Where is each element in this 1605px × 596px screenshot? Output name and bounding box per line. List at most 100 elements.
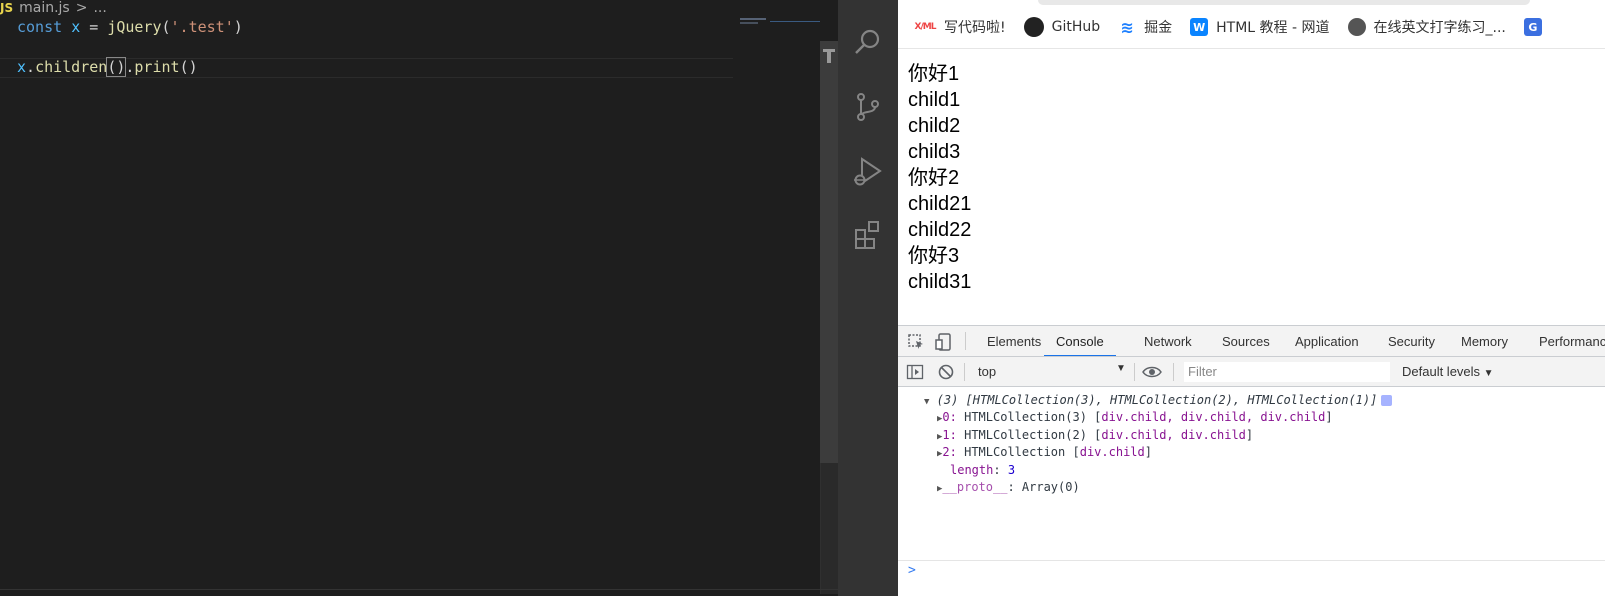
length-property: length: 3 bbox=[950, 463, 1016, 477]
console-row[interactable]: ▶2: HTMLCollection [div.child] bbox=[937, 444, 1152, 463]
devtools-tabbar: Elements Console Network Sources Applica… bbox=[898, 326, 1605, 357]
paren: () bbox=[179, 58, 198, 76]
extensions-icon[interactable] bbox=[852, 218, 884, 250]
row-index: 1 bbox=[942, 428, 950, 442]
row-items: div.child, div.child, div.child bbox=[1101, 410, 1326, 424]
code-line-1[interactable]: const x = jQuery('.test') bbox=[17, 17, 243, 37]
editor-scrollbar-thumb[interactable] bbox=[820, 41, 838, 463]
github-icon bbox=[1023, 17, 1044, 37]
js-file-icon: JS bbox=[0, 1, 14, 15]
bracket: ] bbox=[1325, 410, 1333, 424]
page-line: child31 bbox=[908, 271, 972, 293]
page-line: 你好2 bbox=[908, 167, 960, 189]
log-levels-dropdown[interactable]: Default levels ▼ bbox=[1402, 364, 1494, 379]
bookmark-label: GitHub bbox=[1051, 19, 1101, 35]
device-toolbar-icon[interactable] bbox=[935, 333, 953, 351]
page-content: 你好1 child1 child2 child3 你好2 child21 chi… bbox=[908, 61, 971, 295]
row-index: 0 bbox=[942, 410, 950, 424]
breadcrumb[interactable]: JS main.js > ... bbox=[0, 0, 107, 16]
clear-console-icon[interactable] bbox=[937, 363, 955, 381]
page-line: child2 bbox=[908, 115, 961, 137]
page-line: 你好3 bbox=[908, 245, 960, 267]
row-items: div.child, div.child bbox=[1101, 428, 1246, 442]
tab-memory[interactable]: Memory bbox=[1461, 326, 1508, 356]
sidebar-toggle-icon[interactable] bbox=[906, 363, 924, 381]
eye-icon[interactable] bbox=[1142, 363, 1162, 381]
page-line: 你好1 bbox=[908, 63, 960, 85]
tab-elements[interactable]: Elements bbox=[987, 326, 1041, 356]
info-icon bbox=[1381, 395, 1393, 406]
bracket: ] bbox=[1245, 428, 1254, 442]
paren: ) bbox=[233, 18, 243, 36]
minimap[interactable] bbox=[740, 18, 820, 24]
bookmark-label: 在线英文打字练习_... bbox=[1373, 20, 1506, 36]
divider bbox=[1173, 363, 1174, 381]
bookmark-item[interactable]: W HTML 教程 - 网道 bbox=[1190, 17, 1330, 37]
tab-network[interactable]: Network bbox=[1144, 326, 1192, 356]
string-literal: '.test' bbox=[170, 18, 234, 36]
bookmark-item[interactable]: ≋ 掘金 bbox=[1118, 17, 1172, 37]
property-key: length bbox=[950, 463, 994, 477]
divider bbox=[898, 560, 1605, 561]
bookmarks-bar: X/ML 写代码啦! GitHub ≋ 掘金 W HTML 教程 - 网道 在线… bbox=[898, 10, 1605, 44]
code-line-2[interactable]: x.children().print() bbox=[17, 57, 198, 77]
property-value: Array(0) bbox=[1021, 480, 1080, 494]
breadcrumb-more[interactable]: ... bbox=[93, 1, 106, 15]
breadcrumb-file[interactable]: main.js bbox=[19, 1, 70, 15]
console-prompt[interactable]: > bbox=[908, 563, 916, 578]
bookmark-item[interactable]: G bbox=[1523, 18, 1542, 36]
log-levels-label: Default levels bbox=[1402, 364, 1481, 379]
proto-property[interactable]: ▶__proto__: Array(0) bbox=[937, 479, 1080, 498]
expand-triangle-icon[interactable]: ▼ bbox=[924, 397, 929, 407]
bookmark-item[interactable]: X/ML 写代码啦! bbox=[914, 17, 1006, 37]
function-name: print bbox=[134, 58, 180, 76]
divider bbox=[964, 363, 965, 381]
property-key: __proto__ bbox=[942, 480, 1008, 494]
dropdown-arrow-icon: ▼ bbox=[1483, 368, 1494, 379]
globe-icon bbox=[1347, 18, 1366, 36]
source-control-icon[interactable] bbox=[852, 91, 884, 123]
xml-icon: X/ML bbox=[914, 22, 937, 32]
minimap-line bbox=[740, 18, 766, 20]
page-line: child21 bbox=[908, 193, 972, 215]
tab-security[interactable]: Security bbox=[1388, 326, 1435, 356]
console-toolbar: top ▼ Filter Default levels ▼ bbox=[898, 357, 1605, 387]
bracket: [ bbox=[1072, 445, 1080, 459]
bookmark-item[interactable]: GitHub bbox=[1023, 17, 1101, 37]
row-type: HTMLCollection bbox=[964, 445, 1066, 459]
divider bbox=[1134, 363, 1135, 381]
address-bar[interactable] bbox=[1038, 0, 1530, 5]
divider bbox=[965, 332, 966, 350]
operator: . bbox=[26, 58, 36, 76]
keyword: const bbox=[17, 18, 63, 36]
function-name: jQuery bbox=[107, 18, 162, 36]
search-icon[interactable] bbox=[852, 26, 884, 58]
activity-bar bbox=[838, 0, 898, 596]
run-debug-icon[interactable] bbox=[852, 156, 884, 188]
context-selector[interactable]: top bbox=[978, 364, 1128, 379]
paren: ( bbox=[161, 18, 171, 36]
minimap-line bbox=[740, 22, 758, 24]
juejin-icon: ≋ bbox=[1120, 17, 1134, 37]
row-items: div.child bbox=[1079, 445, 1145, 459]
divider bbox=[0, 589, 838, 590]
property-value: 3 bbox=[1007, 463, 1016, 477]
translate-icon: G bbox=[1523, 18, 1542, 36]
bookmark-item[interactable]: 在线英文打字练习_... bbox=[1347, 17, 1506, 37]
bookmark-label: 掘金 bbox=[1144, 20, 1173, 36]
tab-sources[interactable]: Sources bbox=[1222, 326, 1270, 356]
variable: x bbox=[71, 18, 81, 36]
tab-application[interactable]: Application bbox=[1295, 326, 1359, 356]
tab-console[interactable]: Console bbox=[1044, 326, 1116, 356]
filter-input[interactable]: Filter bbox=[1183, 361, 1391, 383]
tab-performance[interactable]: Performanc bbox=[1539, 326, 1605, 356]
console-row[interactable]: ▶0: HTMLCollection(3) [div.child, div.ch… bbox=[937, 409, 1333, 428]
bracket: ] bbox=[1144, 445, 1152, 459]
function-name: children bbox=[35, 58, 108, 76]
bookmark-label: HTML 教程 - 网道 bbox=[1216, 20, 1330, 36]
code-editor[interactable]: JS main.js > ... const x = jQuery('.test… bbox=[0, 0, 838, 596]
devtools-panel: Elements Console Network Sources Applica… bbox=[898, 325, 1605, 596]
inspect-element-icon[interactable] bbox=[907, 333, 925, 351]
bracket-match: () bbox=[106, 57, 127, 77]
array-summary: (3) [HTMLCollection(3), HTMLCollection(2… bbox=[936, 393, 1378, 407]
